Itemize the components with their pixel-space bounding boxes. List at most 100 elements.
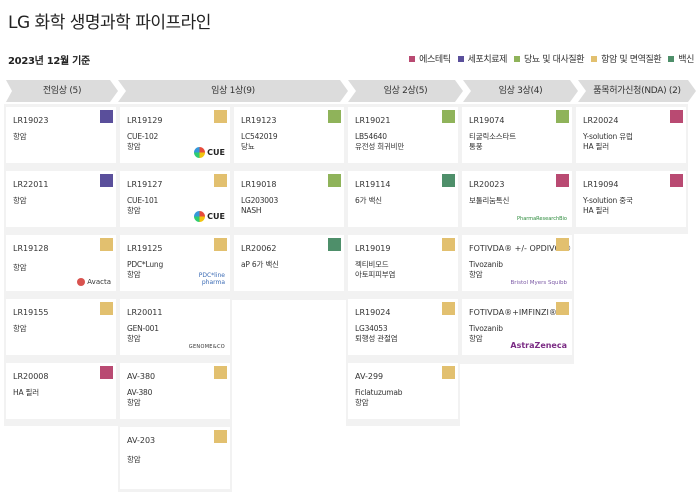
pipeline-card-lr22011[interactable]: LR22011 항암 xyxy=(6,171,116,227)
phase-label: 품목허가신청(NDA) (2) xyxy=(593,86,681,96)
legend-label: 세포치료제 xyxy=(467,55,508,65)
partner-logo-cue: CUE xyxy=(194,211,225,222)
card-description: Ficlatuzumab 항암 xyxy=(355,388,403,407)
pipeline-card-lr19127[interactable]: LR19127 CUE-101 항암 CUE xyxy=(120,171,230,227)
legend-label: 항암 및 면역질환 xyxy=(601,55,662,65)
partner-logo-avacta: Avacta xyxy=(77,278,111,286)
card-code: AV-380 xyxy=(127,372,156,381)
card-code: LR19127 xyxy=(127,180,163,189)
category-tag xyxy=(100,302,113,315)
card-code: LR19024 xyxy=(355,308,391,317)
pipeline-card-fotivda-imfinzi[interactable]: FOTIVDA®+IMFINZI® Tivozanib 항암 AstraZene… xyxy=(462,299,572,355)
category-tag xyxy=(670,174,683,187)
category-tag xyxy=(442,110,455,123)
pipeline-card-fotivda-opdivo[interactable]: FOTIVDA® +/- OPDIVO ® Tivozanib 항암 Brist… xyxy=(462,235,572,291)
category-tag xyxy=(214,430,227,443)
card-code: LR19021 xyxy=(355,116,391,125)
pipeline-card-lr20008[interactable]: LR20008 HA 필러 xyxy=(6,363,116,419)
card-description: Y-solution 유럽 HA 필러 xyxy=(583,132,633,151)
card-description: AV-380 항암 xyxy=(127,388,153,407)
card-description: GEN-001 항암 xyxy=(127,324,159,343)
category-tag xyxy=(100,238,113,251)
pipeline-card-lr19019[interactable]: LR19019 젝티비모드 아토피피부염 xyxy=(348,235,458,291)
card-code: LR19155 xyxy=(13,308,49,317)
pipeline-card-lr19024[interactable]: LR19024 LG34053 퇴행성 관절염 xyxy=(348,299,458,355)
card-code: LR19129 xyxy=(127,116,163,125)
pipeline-card-av203[interactable]: AV-203 항암 xyxy=(120,427,230,489)
category-tag xyxy=(442,366,455,379)
phase-clinical-3: 임상 3상(4) xyxy=(463,80,578,102)
card-description: 보툴리눔톡신 xyxy=(469,196,510,205)
phase-clinical-1: 임상 1상(9) xyxy=(118,80,348,102)
page-title: LG 화학 생명과학 파이프라인 xyxy=(8,13,211,33)
card-code: LR19019 xyxy=(355,244,391,253)
pipeline-card-lr20011[interactable]: LR20011 GEN-001 항암 GENOME&CO xyxy=(120,299,230,355)
legend-item-oncology-immunology: 항암 및 면역질환 xyxy=(591,52,662,65)
category-tag xyxy=(328,174,341,187)
card-code: LR19074 xyxy=(469,116,505,125)
legend-item-cell-therapy: 세포치료제 xyxy=(457,52,508,65)
pipeline-card-lr19114[interactable]: LR19114 6가 백신 xyxy=(348,171,458,227)
card-description: 티굴릭소스타트 통풍 xyxy=(469,132,516,151)
phase-preclinical: 전임상 (5) xyxy=(6,80,118,102)
partner-name: CUE xyxy=(207,212,225,221)
card-code: LR19114 xyxy=(355,180,391,189)
category-tag xyxy=(670,110,683,123)
category-tag xyxy=(100,110,113,123)
phase-label: 전임상 (5) xyxy=(42,86,82,96)
card-description: HA 필러 xyxy=(13,388,39,397)
card-description: Y-solution 중국 HA 필러 xyxy=(583,196,633,215)
pipeline-card-lr19023[interactable]: LR19023 항암 xyxy=(6,107,116,163)
phase-label: 임상 3상(4) xyxy=(498,86,543,96)
pipeline-card-lr19123[interactable]: LR19123 LC542019 당뇨 xyxy=(234,107,344,163)
avacta-logo-icon xyxy=(77,278,86,286)
card-description: 6가 백신 xyxy=(355,196,382,205)
pipeline-card-lr19094[interactable]: LR19094 Y-solution 중국 HA 필러 xyxy=(576,171,686,227)
card-code: LR19128 xyxy=(13,244,49,253)
pipeline-card-lr19125[interactable]: LR19125 PDC*Lung 항암 PDC*line pharma xyxy=(120,235,230,291)
pipeline-card-lr20062[interactable]: LR20062 aP 6가 백신 xyxy=(234,235,344,291)
legend: 에스테틱 세포치료제 당뇨 및 대사질환 항암 및 면역질환 백신 xyxy=(409,52,694,65)
category-tag xyxy=(214,110,227,123)
card-description: LB54640 유전성 희귀비만 xyxy=(355,132,405,151)
pipeline-card-lr19021[interactable]: LR19021 LB54640 유전성 희귀비만 xyxy=(348,107,458,163)
card-code: AV-299 xyxy=(355,372,384,381)
card-code: LR19023 xyxy=(13,116,49,125)
category-tag xyxy=(214,238,227,251)
card-description: PDC*Lung 항암 xyxy=(127,260,163,279)
phase-header: 전임상 (5) 임상 1상(9) 임상 2상(5) 임상 3상(4) 품목허가신… xyxy=(6,80,696,102)
partner-logo-cue: CUE xyxy=(194,147,225,158)
pipeline-card-lr19129[interactable]: LR19129 CUE-102 항암 CUE xyxy=(120,107,230,163)
card-description: 항암 xyxy=(13,263,27,272)
category-tag xyxy=(556,110,569,123)
card-code: LR20024 xyxy=(583,116,619,125)
partner-name: Avacta xyxy=(87,278,111,286)
card-code: LR19125 xyxy=(127,244,163,253)
pipeline-card-av380[interactable]: AV-380 AV-380 항암 xyxy=(120,363,230,419)
legend-item-vaccine: 백신 xyxy=(668,52,694,65)
pipeline-card-lr19074[interactable]: LR19074 티굴릭소스타트 통풍 xyxy=(462,107,572,163)
category-tag xyxy=(214,174,227,187)
category-tag xyxy=(556,174,569,187)
card-code: LR19123 xyxy=(241,116,277,125)
category-tag xyxy=(328,110,341,123)
card-code: LR19018 xyxy=(241,180,277,189)
card-description: LG203003 NASH xyxy=(241,196,279,215)
pipeline-card-lr19155[interactable]: LR19155 항암 xyxy=(6,299,116,355)
card-code: FOTIVDA®+IMFINZI® xyxy=(469,308,557,317)
pipeline-card-lr19018[interactable]: LR19018 LG203003 NASH xyxy=(234,171,344,227)
partner-logo-pdc: PDC*line pharma xyxy=(198,272,225,286)
category-tag xyxy=(442,238,455,251)
pipeline-card-lr20024[interactable]: LR20024 Y-solution 유럽 HA 필러 xyxy=(576,107,686,163)
pipeline-card-lr20023[interactable]: LR20023 보툴리눔톡신 PharmaResearchBio xyxy=(462,171,572,227)
legend-swatch xyxy=(668,55,675,62)
pipeline-card-av299[interactable]: AV-299 Ficlatuzumab 항암 xyxy=(348,363,458,419)
card-code: LR19094 xyxy=(583,180,619,189)
cue-logo-icon xyxy=(194,147,206,158)
partner-logo-pharmaresearch: PharmaResearchBio xyxy=(517,216,567,222)
legend-swatch xyxy=(514,55,521,62)
category-tag xyxy=(100,366,113,379)
pipeline-card-lr19128[interactable]: LR19128 항암 Avacta xyxy=(6,235,116,291)
card-description: 항암 xyxy=(13,132,27,141)
legend-swatch xyxy=(457,55,464,62)
